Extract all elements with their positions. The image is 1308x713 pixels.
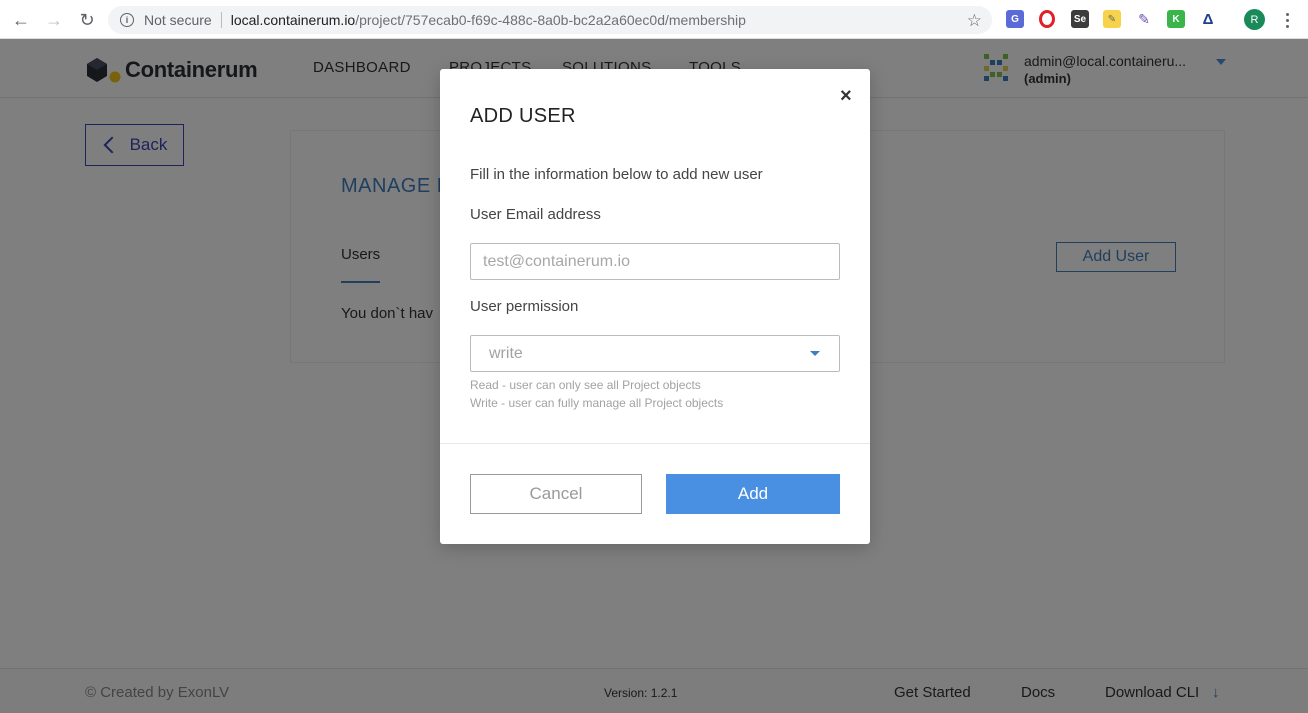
selenium-extension-icon[interactable]: Se [1071, 10, 1089, 28]
browser-menu-icon[interactable] [1280, 9, 1294, 31]
url-path: /project/757ecab0-f69c-488c-8a0b-bc2a2a6… [355, 12, 746, 28]
browser-toolbar: ← → ↻ i Not secure local.containerum.io /… [0, 0, 1308, 39]
permission-select[interactable]: write [470, 335, 840, 372]
dialog-title: ADD USER [470, 105, 576, 127]
security-label: Not secure [144, 12, 212, 28]
permission-hint-read: Read - user can only see all Project obj… [470, 378, 701, 392]
close-icon[interactable]: × [840, 86, 852, 106]
add-button[interactable]: Add [666, 474, 840, 514]
add-user-dialog: × ADD USER Fill in the information below… [440, 69, 870, 544]
permission-hint-write: Write - user can fully manage all Projec… [470, 396, 724, 410]
permission-value: write [489, 345, 523, 362]
dialog-divider [440, 443, 870, 444]
reload-icon[interactable]: ↻ [76, 9, 98, 31]
triangle-extension-icon[interactable]: Δ [1199, 10, 1217, 28]
back-arrow-icon[interactable]: ← [10, 9, 32, 31]
url-host: local.containerum.io [230, 12, 356, 28]
address-bar[interactable]: i Not secure local.containerum.io/projec… [108, 6, 992, 34]
email-label: User Email address [470, 206, 601, 223]
cancel-button[interactable]: Cancel [470, 474, 642, 514]
k-extension-icon[interactable]: K [1167, 10, 1185, 28]
bookmark-star-icon[interactable]: ☆ [967, 11, 982, 31]
email-field[interactable] [470, 243, 840, 280]
forward-arrow-icon[interactable]: → [43, 9, 65, 31]
permission-label: User permission [470, 298, 579, 315]
highlighter-extension-icon[interactable]: ✎ [1103, 10, 1121, 28]
info-icon[interactable]: i [120, 13, 134, 27]
translate-extension-icon[interactable]: G [1006, 10, 1024, 28]
opera-extension-icon[interactable] [1039, 10, 1055, 28]
color-picker-extension-icon[interactable]: ✎ [1135, 10, 1153, 28]
profile-avatar[interactable]: R [1244, 9, 1265, 30]
chevron-down-icon [810, 351, 820, 356]
omnibox-separator [220, 12, 222, 28]
dialog-description: Fill in the information below to add new… [470, 166, 763, 183]
